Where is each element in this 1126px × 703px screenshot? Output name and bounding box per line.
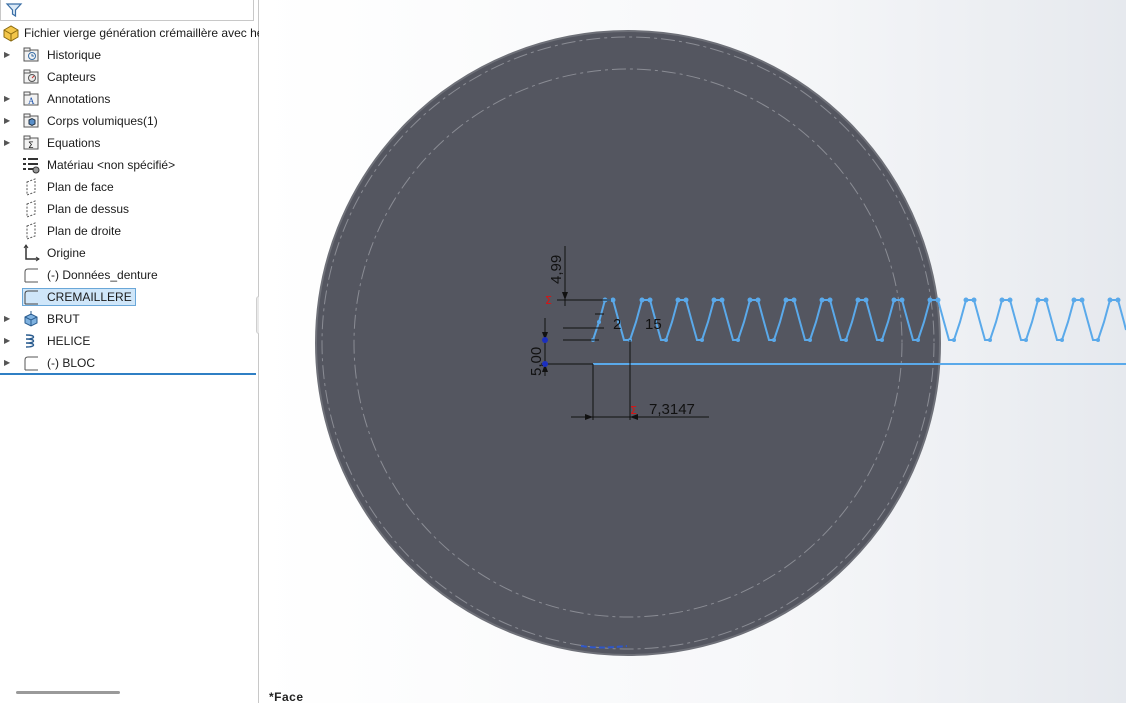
- tree-item-label: Equations: [47, 136, 101, 150]
- dimension-pitch-label[interactable]: 7,3147: [649, 401, 695, 418]
- tree-item-equations[interactable]: ▶ Σ Equations: [0, 132, 258, 154]
- solid-bodies-icon: [23, 113, 39, 128]
- material-icon: [23, 158, 40, 174]
- dimension-depth-label[interactable]: 4,99: [548, 255, 565, 284]
- horizontal-scrollbar[interactable]: [16, 691, 120, 694]
- tree-item-label: Corps volumiques(1): [47, 114, 158, 128]
- tree-item-label: Historique: [47, 48, 102, 62]
- svg-text:A: A: [28, 96, 35, 106]
- sensors-icon: [23, 69, 39, 84]
- helix-icon: [25, 334, 35, 348]
- rollback-bar[interactable]: [0, 373, 256, 375]
- tree-item-label: HELICE: [47, 334, 91, 348]
- tree-item-plan-de-face[interactable]: Plan de face: [0, 176, 258, 198]
- tree-root-part[interactable]: Fichier vierge génération crémaillère av…: [0, 22, 263, 44]
- tree-item-helice[interactable]: ▶ HELICE: [0, 330, 258, 352]
- expand-arrow-icon[interactable]: ▶: [4, 335, 14, 347]
- tree-item-plan-de-droite[interactable]: Plan de droite: [0, 220, 258, 242]
- tree-item-plan-de-dessus[interactable]: Plan de dessus: [0, 198, 258, 220]
- tree-item-origine[interactable]: Origine: [0, 242, 258, 264]
- view-orientation-label: *Face: [269, 690, 304, 703]
- tree-item-label: (-) BLOC: [47, 356, 95, 370]
- tree-item-label: Annotations: [47, 92, 111, 106]
- expand-arrow-icon[interactable]: ▶: [4, 115, 14, 127]
- svg-text:Σ: Σ: [545, 294, 552, 307]
- extrude-icon: [24, 311, 38, 327]
- tree-item-label: Plan de face: [47, 180, 114, 194]
- tree-item-label: Capteurs: [47, 70, 96, 84]
- tree-item-annotations[interactable]: ▶ A Annotations: [0, 88, 258, 110]
- tree-item-brut[interactable]: ▶ BRUT: [0, 308, 258, 330]
- sketch-icon: [24, 290, 38, 305]
- model-view[interactable]: Σ Σ 4,99 2 15 5,00 7,3147: [259, 0, 1126, 703]
- tree-item-label: (-) Données_denture: [47, 268, 158, 282]
- svg-text:Σ: Σ: [630, 404, 637, 417]
- tree-item-corps-volumiques[interactable]: ▶ Corps volumiques(1): [0, 110, 258, 132]
- origin-icon: [23, 244, 40, 262]
- tree-item-capteurs[interactable]: Capteurs: [0, 66, 258, 88]
- tree-filter-box[interactable]: [0, 0, 254, 21]
- tree-root-label: Fichier vierge génération crémaillère av…: [24, 26, 264, 40]
- tree-item-label: Plan de dessus: [47, 202, 130, 216]
- tree-item-label: Plan de droite: [47, 224, 122, 238]
- dimension-radius-label[interactable]: 2: [613, 316, 621, 333]
- annotations-icon: A: [23, 91, 39, 106]
- expand-arrow-icon[interactable]: ▶: [4, 49, 14, 61]
- tree-item-historique[interactable]: ▶ Historique: [0, 44, 258, 66]
- dimension-height-label[interactable]: 5,00: [528, 347, 545, 376]
- plane-icon: [26, 178, 36, 196]
- expand-arrow-icon[interactable]: ▶: [4, 137, 14, 149]
- tree-item-cremaillere[interactable]: CREMAILLERE: [0, 286, 258, 308]
- tree-item-materiau[interactable]: Matériau <non spécifié>: [0, 154, 258, 176]
- tree-item-label: BRUT: [47, 312, 80, 326]
- part-icon: [3, 25, 19, 42]
- filter-icon[interactable]: [5, 1, 23, 19]
- expand-arrow-icon[interactable]: ▶: [4, 357, 14, 369]
- sketch-icon: [24, 268, 38, 283]
- tree-item-donnees-denture[interactable]: (-) Données_denture: [0, 264, 258, 286]
- part-disk[interactable]: [315, 30, 941, 656]
- dimension-angle-label[interactable]: 15: [645, 316, 662, 333]
- sketch-icon: [24, 356, 38, 371]
- history-folder-icon: [23, 47, 39, 62]
- equations-icon: Σ: [23, 135, 39, 151]
- tree-item-label: Matériau <non spécifié>: [47, 158, 176, 172]
- expand-arrow-icon[interactable]: ▶: [4, 313, 14, 325]
- plane-icon: [26, 200, 36, 218]
- svg-text:Σ: Σ: [28, 141, 34, 151]
- expand-arrow-icon[interactable]: ▶: [4, 93, 14, 105]
- graphics-viewport[interactable]: Σ Σ 4,99 2 15 5,00 7,3147 *Face: [259, 0, 1126, 703]
- feature-manager-tree: Fichier vierge génération crémaillère av…: [0, 0, 263, 703]
- tree-item-bloc[interactable]: ▶ (-) BLOC: [0, 352, 258, 374]
- plane-icon: [26, 222, 36, 240]
- tree-item-label: Origine: [47, 246, 86, 260]
